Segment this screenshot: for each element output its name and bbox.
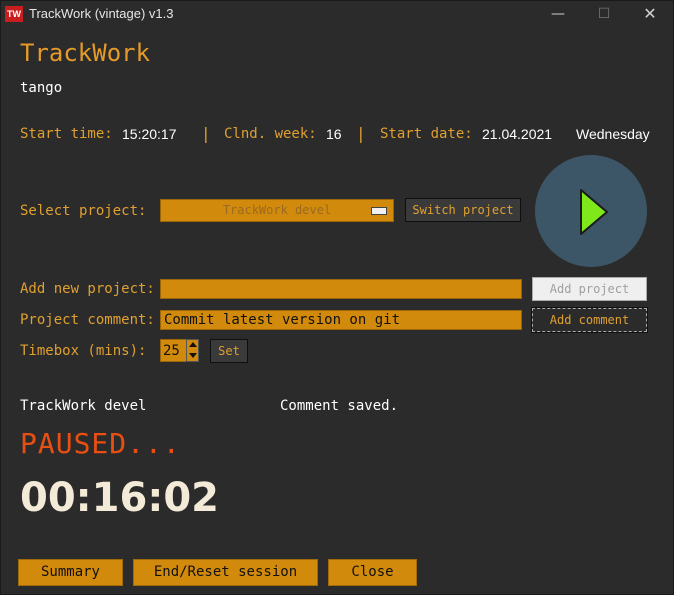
start-date-value: 21.04.2021 xyxy=(482,126,553,142)
minimize-button[interactable]: — xyxy=(535,1,581,27)
new-project-input[interactable] xyxy=(160,279,522,299)
session-state: PAUSED... xyxy=(20,427,181,460)
add-project-button[interactable]: Add project xyxy=(532,277,647,301)
timebox-value: 25 xyxy=(163,343,180,359)
project-comment-label: Project comment: xyxy=(20,312,155,328)
play-button[interactable] xyxy=(535,155,647,267)
user-name: tango xyxy=(20,80,63,96)
chevron-up-icon[interactable] xyxy=(189,342,197,347)
separator: | xyxy=(356,124,366,143)
close-window-button[interactable]: ✕ xyxy=(627,1,673,27)
end-reset-session-button[interactable]: End/Reset session xyxy=(133,559,318,586)
play-icon xyxy=(580,189,608,235)
app-window: TW TrackWork (vintage) v1.3 — ☐ ✕ TrackW… xyxy=(0,0,674,595)
close-button[interactable]: Close xyxy=(328,559,417,586)
chevron-down-icon xyxy=(371,207,387,215)
project-dropdown-value: TrackWork devel xyxy=(222,203,332,217)
status-message: Comment saved. xyxy=(280,398,399,414)
weekday-value: Wednesday xyxy=(576,126,650,142)
current-project: TrackWork devel xyxy=(20,398,147,414)
chevron-down-icon[interactable] xyxy=(189,353,197,358)
week-value: 16 xyxy=(326,126,342,142)
start-date-label: Start date: xyxy=(380,126,473,142)
maximize-button[interactable]: ☐ xyxy=(581,1,627,27)
week-label: Clnd. week: xyxy=(224,126,317,142)
elapsed-timer: 00:16:02 xyxy=(20,475,219,521)
project-comment-value: Commit latest version on git xyxy=(164,312,401,328)
add-comment-button[interactable]: Add comment xyxy=(531,307,648,333)
project-comment-input[interactable]: Commit latest version on git xyxy=(160,310,522,330)
project-dropdown[interactable]: TrackWork devel xyxy=(160,199,394,222)
separator: | xyxy=(201,124,211,143)
switch-project-button[interactable]: Switch project xyxy=(405,198,521,222)
timebox-input[interactable]: 25 xyxy=(160,339,187,362)
app-name: TrackWork xyxy=(20,39,151,67)
add-project-label: Add new project: xyxy=(20,281,155,297)
set-timebox-button[interactable]: Set xyxy=(210,339,248,363)
start-time-value: 15:20:17 xyxy=(122,126,177,142)
summary-button[interactable]: Summary xyxy=(18,559,123,586)
timebox-label: Timebox (mins): xyxy=(20,343,147,359)
timebox-stepper[interactable] xyxy=(186,339,199,362)
app-icon: TW xyxy=(5,6,23,22)
start-time-label: Start time: xyxy=(20,126,113,142)
window-title: TrackWork (vintage) v1.3 xyxy=(29,6,174,21)
title-bar[interactable]: TW TrackWork (vintage) v1.3 — ☐ ✕ xyxy=(1,1,673,27)
select-project-label: Select project: xyxy=(20,203,147,219)
